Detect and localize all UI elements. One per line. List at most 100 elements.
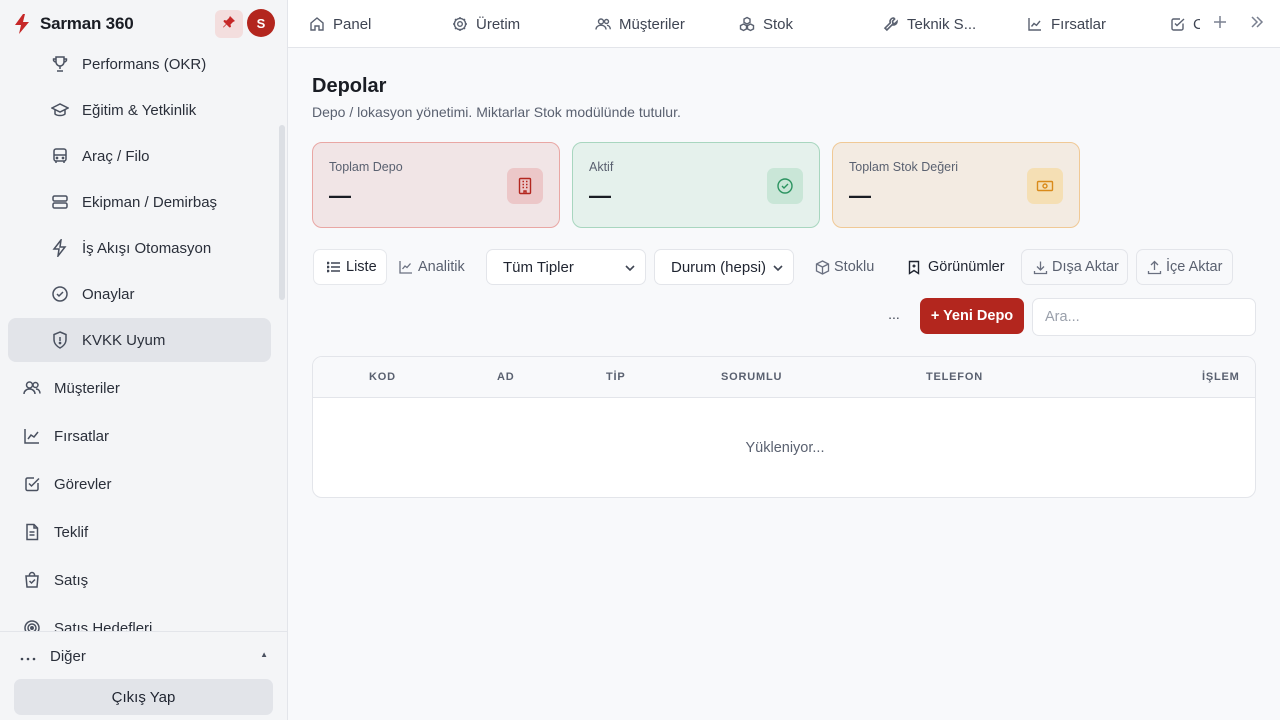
status-filter-value: Durum (hepsi) (671, 258, 767, 276)
sidebar-item-arac[interactable]: Araç / Filo (8, 134, 271, 178)
sidebar-item-label: Ekipman / Demirbaş (82, 193, 218, 211)
sidebar-item-kvkk[interactable]: KVKK Uyum (8, 318, 271, 362)
box-icon (814, 259, 830, 275)
stat-card-active: Aktif — (572, 142, 820, 228)
pin-icon (222, 15, 236, 34)
tab-label: C (1193, 15, 1200, 33)
chevron-down-icon (624, 261, 636, 273)
plus-icon (1212, 14, 1228, 35)
bolt-icon (50, 238, 70, 258)
view-analytics-label: Analitik (418, 259, 465, 275)
tab-teknik-servis[interactable]: Teknik S... (882, 0, 976, 48)
search-input[interactable] (1032, 298, 1256, 336)
export-button[interactable]: Dışa Aktar (1021, 249, 1128, 285)
target-icon (22, 618, 42, 631)
stat-label: Toplam Stok Değeri (849, 160, 959, 174)
page-title: Depolar (312, 75, 387, 97)
caret-up-icon: ▲ (260, 650, 268, 659)
import-label: İçe Aktar (1166, 259, 1223, 275)
column-header-islem: İŞLEM (1202, 371, 1240, 383)
column-header-telefon[interactable]: TELEFON (926, 371, 983, 383)
sidebar-item-firsatlar[interactable]: Fırsatlar (8, 414, 271, 458)
tab-firsatlar[interactable]: Fırsatlar (1026, 0, 1106, 48)
more-horizontal-icon (20, 648, 36, 665)
sidebar-item-satis-hedefleri[interactable]: Satış Hedefleri (8, 606, 271, 631)
bookmark-icon (906, 259, 922, 275)
sidebar-footer: Diğer ▲ Çıkış Yap (0, 631, 287, 720)
shield-icon (50, 330, 70, 350)
cash-icon (1027, 168, 1063, 204)
type-filter-value: Tüm Tipler (503, 258, 574, 276)
sidebar-scrollbar[interactable] (279, 125, 285, 300)
shopping-bag-icon (22, 570, 42, 590)
sidebar-item-onaylar[interactable]: Onaylar (8, 272, 271, 316)
stat-value: — (329, 183, 351, 208)
loading-text: Yükleniyor... (745, 440, 825, 456)
column-header-tip[interactable]: TİP (606, 371, 626, 383)
view-list-label: Liste (346, 259, 377, 275)
list-icon (326, 259, 342, 275)
bolt-logo-icon (12, 13, 32, 35)
status-filter-select[interactable]: Durum (hepsi) (654, 249, 794, 285)
stat-card-stock-value: Toplam Stok Değeri — (832, 142, 1080, 228)
sidebar-item-label: Müşteriler (54, 379, 120, 397)
views-button[interactable]: Görünümler (906, 249, 1005, 285)
tab-uretim[interactable]: Üretim (451, 0, 520, 48)
tab-label: Panel (333, 15, 372, 33)
sidebar-item-label: Satış (54, 571, 89, 589)
logout-button[interactable]: Çıkış Yap (14, 679, 273, 715)
more-actions-button[interactable]: ... (884, 306, 904, 326)
sidebar-item-label: Teklif (54, 523, 89, 541)
stat-card-total: Toplam Depo — (312, 142, 560, 228)
users-icon (22, 378, 42, 398)
tab-gorevler[interactable]: C (1170, 0, 1200, 48)
new-warehouse-button[interactable]: + Yeni Depo (920, 298, 1024, 334)
page-subtitle: Depo / lokasyon yönetimi. Miktarlar Stok… (312, 104, 681, 120)
column-header-sorumlu[interactable]: SORUMLU (721, 371, 782, 383)
view-analytics-tab[interactable]: Analitik (398, 249, 478, 285)
upload-icon (1146, 259, 1162, 275)
stat-value: — (589, 183, 611, 208)
file-icon (22, 522, 42, 542)
tab-label: Üretim (476, 15, 521, 33)
tab-stok[interactable]: Stok (738, 0, 793, 48)
app-title: Sarman 360 (40, 14, 134, 33)
sidebar-item-musteriler[interactable]: Müşteriler (8, 366, 271, 410)
users-icon (594, 15, 612, 33)
sidebar-item-is-akisi[interactable]: İş Akışı Otomasyon (8, 226, 271, 270)
column-header-kod[interactable]: KOD (369, 371, 396, 383)
import-button[interactable]: İçe Aktar (1136, 249, 1233, 285)
sidebar-item-label: KVKK Uyum (82, 331, 166, 349)
view-list-tab[interactable]: Liste (313, 249, 387, 285)
sidebar-other-toggle[interactable]: Diğer ▲ (20, 644, 272, 668)
sidebar-item-label: Görevler (54, 475, 112, 493)
brand[interactable]: Sarman 360 (0, 0, 287, 48)
boxes-icon (738, 15, 756, 33)
sidebar-item-performans[interactable]: Performans (OKR) (8, 48, 271, 86)
scroll-tabs-button[interactable] (1247, 14, 1267, 34)
sidebar-item-label: Performans (OKR) (82, 55, 207, 73)
sidebar-item-teklif[interactable]: Teklif (8, 510, 271, 554)
module-tabs: Panel Üretim Müşteriler Stok Teknik S...… (288, 0, 1280, 48)
sidebar-item-egitim[interactable]: Eğitim & Yetkinlik (8, 88, 271, 132)
add-tab-button[interactable] (1210, 14, 1230, 34)
home-icon (308, 15, 326, 33)
avatar[interactable]: S (247, 9, 275, 37)
column-header-ad[interactable]: AD (497, 371, 515, 383)
stocked-filter-label: Stoklu (834, 259, 875, 275)
sidebar-item-label: Fırsatlar (54, 427, 110, 445)
table-header: KOD AD TİP SORUMLU TELEFON İŞLEM (313, 357, 1255, 398)
sidebar-item-satis[interactable]: Satış (8, 558, 271, 602)
check-circle-icon (50, 284, 70, 304)
sidebar-item-gorevler[interactable]: Görevler (8, 462, 271, 506)
tab-panel[interactable]: Panel (308, 0, 371, 48)
stat-label: Aktif (589, 160, 614, 174)
tab-label: Stok (763, 15, 794, 33)
type-filter-select[interactable]: Tüm Tipler (486, 249, 646, 285)
tab-musteriler[interactable]: Müşteriler (594, 0, 685, 48)
sidebar-item-label: Araç / Filo (82, 147, 150, 165)
pin-button[interactable] (215, 10, 243, 38)
sidebar-item-ekipman[interactable]: Ekipman / Demirbaş (8, 180, 271, 224)
gear-icon (451, 15, 469, 33)
stocked-filter-button[interactable]: Stoklu (814, 249, 874, 285)
